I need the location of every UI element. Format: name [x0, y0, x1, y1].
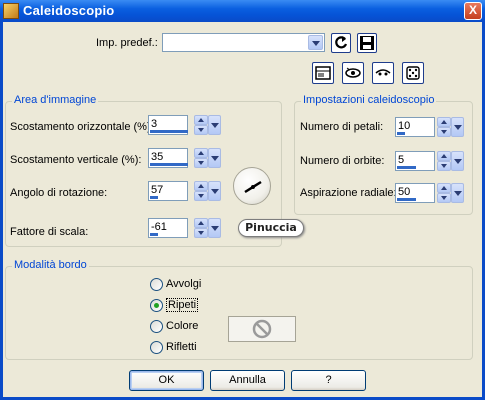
orbits-label: Numero di orbite:	[300, 155, 385, 167]
radio-colore[interactable]	[150, 320, 163, 333]
horizontal-offset-bar[interactable]	[150, 130, 188, 133]
radio-rifletti[interactable]	[150, 341, 163, 354]
spin-up-icon[interactable]	[194, 115, 208, 125]
no-symbol-icon	[252, 319, 272, 339]
close-button[interactable]: X	[464, 2, 482, 20]
petals-spinner[interactable]	[437, 117, 451, 137]
window-title: Caleidoscopio	[23, 3, 115, 18]
petals-label: Numero di petali:	[300, 121, 384, 133]
horizontal-offset-value: 3	[151, 118, 158, 130]
rotation-angle-dropdown[interactable]	[208, 181, 221, 201]
radio-avvolgi-label[interactable]: Avvolgi	[166, 278, 201, 290]
app-icon	[3, 3, 19, 19]
color-swatch[interactable]	[228, 316, 296, 342]
petals-bar[interactable]	[397, 132, 405, 135]
title-bar: Caleidoscopio X	[0, 0, 485, 22]
spin-down-icon[interactable]	[437, 193, 451, 203]
rotation-angle-value: 57	[151, 184, 164, 196]
save-preset-icon	[360, 36, 374, 50]
radio-colore-label[interactable]: Colore	[166, 320, 198, 332]
radial-suction-label: Aspirazione radiale:	[300, 187, 397, 199]
dial-needle-icon	[244, 180, 262, 194]
vertical-offset-input[interactable]: 35	[148, 148, 188, 168]
vertical-offset-dropdown[interactable]	[208, 148, 221, 168]
vertical-offset-spinner[interactable]	[194, 148, 208, 168]
spin-down-icon[interactable]	[194, 158, 208, 168]
rotation-angle-label: Angolo di rotazione:	[10, 187, 108, 199]
randomize-button[interactable]	[402, 62, 424, 84]
radio-avvolgi[interactable]	[150, 278, 163, 291]
spin-down-icon[interactable]	[194, 228, 208, 238]
preview-toggle-button[interactable]	[342, 62, 364, 84]
vertical-offset-label: Scostamento verticale (%):	[10, 154, 142, 166]
radial-suction-spinner[interactable]	[437, 183, 451, 203]
spin-down-icon[interactable]	[194, 191, 208, 201]
spin-down-icon[interactable]	[437, 127, 451, 137]
radio-ripeti-label[interactable]: Ripeti	[166, 298, 199, 312]
radial-suction-dropdown[interactable]	[451, 183, 464, 203]
orbits-bar[interactable]	[397, 166, 416, 169]
reset-icon	[335, 36, 348, 49]
rotation-angle-input[interactable]: 57	[148, 181, 188, 201]
spin-up-icon[interactable]	[437, 151, 451, 161]
rotation-angle-spinner[interactable]	[194, 181, 208, 201]
dice-icon	[406, 66, 420, 80]
scale-factor-value: -61	[151, 221, 167, 233]
horizontal-offset-input[interactable]: 3	[148, 115, 188, 135]
orbits-spinner[interactable]	[437, 151, 451, 171]
radial-suction-bar[interactable]	[397, 198, 416, 201]
kaleidoscope-settings-title: Impostazioni caleidoscopio	[301, 94, 437, 106]
rotation-dial[interactable]	[233, 167, 271, 205]
spin-up-icon[interactable]	[194, 148, 208, 158]
help-button[interactable]: ?	[291, 370, 366, 391]
layout-icon	[315, 66, 331, 80]
chevron-down-icon[interactable]	[308, 35, 323, 50]
scale-factor-input[interactable]: -61	[148, 218, 188, 238]
cancel-button[interactable]: Annulla	[210, 370, 285, 391]
scale-factor-bar[interactable]	[150, 233, 158, 236]
spin-up-icon[interactable]	[194, 218, 208, 228]
orbits-value: 5	[398, 154, 405, 166]
spin-down-icon[interactable]	[194, 125, 208, 135]
watermark-badge: Pinuccia	[238, 219, 304, 237]
spin-up-icon[interactable]	[194, 181, 208, 191]
horizontal-offset-label: Scostamento orizzontale (%):	[10, 121, 154, 133]
scale-factor-spinner[interactable]	[194, 218, 208, 238]
scale-factor-dropdown[interactable]	[208, 218, 221, 238]
horizontal-offset-dropdown[interactable]	[208, 115, 221, 135]
horizontal-offset-spinner[interactable]	[194, 115, 208, 135]
hide-preview-button[interactable]	[372, 62, 394, 84]
layout-button[interactable]	[312, 62, 334, 84]
edge-mode-title: Modalità bordo	[12, 259, 89, 271]
rotation-angle-bar[interactable]	[150, 196, 158, 199]
petals-dropdown[interactable]	[451, 117, 464, 137]
eye-open-icon	[345, 67, 361, 78]
image-area-title: Area d'immagine	[12, 94, 99, 106]
save-preset-button[interactable]	[357, 33, 377, 53]
petals-input[interactable]: 10	[395, 117, 435, 137]
petals-value: 10	[398, 120, 411, 132]
ok-button[interactable]: OK	[129, 370, 204, 391]
radial-suction-value: 50	[398, 186, 411, 198]
orbits-input[interactable]: 5	[395, 151, 435, 171]
preset-combo[interactable]	[162, 33, 325, 52]
vertical-offset-value: 35	[151, 151, 164, 163]
vertical-offset-bar[interactable]	[150, 163, 188, 166]
eye-closed-icon	[375, 69, 391, 76]
scale-factor-label: Fattore di scala:	[10, 226, 89, 238]
preset-label: Imp. predef.:	[96, 37, 158, 49]
radio-ripeti[interactable]	[150, 299, 163, 312]
spin-up-icon[interactable]	[437, 183, 451, 193]
reset-button[interactable]	[331, 33, 351, 53]
spin-up-icon[interactable]	[437, 117, 451, 127]
radial-suction-input[interactable]: 50	[395, 183, 435, 203]
edge-mode-group: Modalità bordo	[5, 259, 473, 360]
orbits-dropdown[interactable]	[451, 151, 464, 171]
spin-down-icon[interactable]	[437, 161, 451, 171]
radio-rifletti-label[interactable]: Rifletti	[166, 341, 197, 353]
